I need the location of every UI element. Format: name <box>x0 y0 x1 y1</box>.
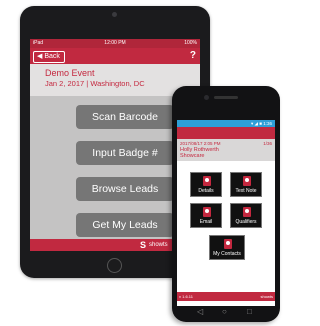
brand-logo-text: showts <box>149 242 168 248</box>
contacts-icon <box>224 239 232 249</box>
text-note-tile[interactable]: Text Note <box>230 172 262 197</box>
event-name: Demo Event <box>45 68 95 78</box>
help-button[interactable]: ? <box>190 50 196 62</box>
phone-nav-bar <box>177 127 275 139</box>
status-time: 12:00 PM <box>104 40 126 46</box>
lead-header: 2017/08/17 2:05 PM 1/36 Holly Rothwerth … <box>177 139 275 161</box>
back-button[interactable]: ◀ Back <box>33 51 65 63</box>
lead-timestamp: 2017/08/17 2:05 PM <box>180 141 221 146</box>
tile-label: Email <box>199 219 213 225</box>
qualifiers-tile[interactable]: Qualifiers <box>230 203 262 228</box>
brand-logo-text: showts <box>260 294 273 299</box>
phone-screen: ▾ ◢ ■ 1:36 2017/08/17 2:05 PM 1/36 Holly… <box>177 120 275 306</box>
tile-label: Qualifiers <box>235 219 257 225</box>
mail-icon <box>203 207 211 217</box>
tile-label: My Contacts <box>213 251 241 257</box>
nav-bar: ◀ Back ? <box>30 48 200 64</box>
front-camera-icon <box>204 95 209 100</box>
status-battery: 100% <box>184 40 197 46</box>
lead-company: Showcare <box>180 153 205 159</box>
status-bar: iPad 12:00 PM 100% <box>30 39 200 48</box>
input-badge-button[interactable]: Input Badge # <box>76 141 174 165</box>
recent-apps-key-icon[interactable]: □ <box>247 307 252 317</box>
phone-status-bar: ▾ ◢ ■ 1:36 <box>177 120 275 127</box>
android-nav-keys: ◁ ○ □ <box>177 306 275 318</box>
browse-leads-button[interactable]: Browse Leads <box>76 177 174 201</box>
person-card-icon <box>203 176 211 186</box>
tile-label: Details <box>198 188 214 194</box>
email-tile[interactable]: Email <box>190 203 222 228</box>
event-subtitle: Jan 2, 2017 | Washington, DC <box>45 79 145 88</box>
details-tile[interactable]: Details <box>190 172 222 197</box>
qualifiers-icon <box>243 207 251 217</box>
phone-footer: v 1.6.11 showts <box>177 292 275 301</box>
camera-icon <box>112 12 117 17</box>
scan-barcode-button[interactable]: Scan Barcode <box>76 105 174 129</box>
brand-logo-icon: S <box>139 240 146 250</box>
lead-counter: 1/36 <box>263 141 272 146</box>
app-version: v 1.6.11 <box>179 294 193 299</box>
status-icons: ▾ ◢ ■ 1:36 <box>251 121 272 126</box>
my-contacts-tile[interactable]: My Contacts <box>209 235 245 260</box>
pencil-icon <box>243 176 251 186</box>
phone-device: ▾ ◢ ■ 1:36 2017/08/17 2:05 PM 1/36 Holly… <box>172 86 280 322</box>
speaker-grille <box>214 96 238 99</box>
tile-label: Text Note <box>235 188 257 194</box>
home-button[interactable] <box>107 258 122 273</box>
get-my-leads-button[interactable]: Get My Leads <box>76 213 174 237</box>
back-key-icon[interactable]: ◁ <box>197 307 203 317</box>
home-key-icon[interactable]: ○ <box>222 307 227 317</box>
